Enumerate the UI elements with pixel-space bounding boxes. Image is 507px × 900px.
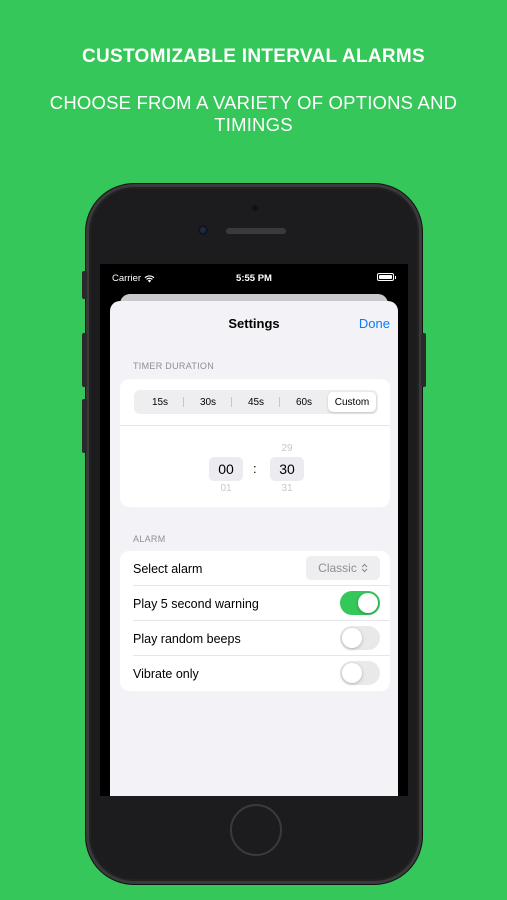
minutes-next: 01	[220, 483, 232, 494]
status-time: 5:55 PM	[236, 273, 272, 284]
phone-frame: Carrier 5:55 PM Settings Done TIMER DURA…	[82, 184, 426, 884]
volume-down-button	[82, 399, 87, 453]
settings-sheet: Settings Done TIMER DURATION 15s 30s 45s…	[110, 301, 398, 796]
status-bar: Carrier 5:55 PM	[100, 264, 408, 290]
warning-toggle[interactable]	[340, 591, 380, 615]
toggle-knob	[342, 663, 362, 683]
minutes-wheel[interactable]: . 00 01	[209, 443, 243, 495]
random-beeps-label: Play random beeps	[133, 631, 241, 646]
duration-segmented-control: 15s 30s 45s 60s Custom	[134, 390, 378, 414]
timer-duration-header: TIMER DURATION	[133, 361, 215, 371]
alarm-header: ALARM	[133, 534, 166, 544]
time-picker[interactable]: . 00 01 : 29 30 31	[120, 427, 390, 511]
proximity-sensor	[252, 205, 258, 211]
power-button	[421, 333, 426, 387]
segment-45s[interactable]: 45s	[232, 392, 280, 412]
volume-up-button	[82, 333, 87, 387]
vibrate-row: Vibrate only	[120, 656, 390, 691]
alarm-select-value: Classic	[318, 561, 357, 575]
warning-row: Play 5 second warning	[120, 586, 390, 621]
toggle-knob	[358, 593, 378, 613]
segment-30s[interactable]: 30s	[184, 392, 232, 412]
segment-15s[interactable]: 15s	[136, 392, 184, 412]
segment-custom[interactable]: Custom	[328, 392, 376, 412]
select-alarm-label: Select alarm	[133, 561, 203, 576]
earpiece-speaker	[226, 228, 286, 234]
random-beeps-toggle[interactable]	[340, 626, 380, 650]
seconds-wheel[interactable]: 29 30 31	[270, 443, 304, 495]
done-button[interactable]: Done	[359, 316, 390, 331]
chevron-up-down-icon	[361, 563, 368, 573]
divider	[120, 425, 390, 426]
segment-60s[interactable]: 60s	[280, 392, 328, 412]
front-camera	[198, 225, 208, 235]
promo-subtitle: CHOOSE FROM A VARIETY OF OPTIONS AND TIM…	[49, 92, 458, 135]
warning-label: Play 5 second warning	[133, 596, 259, 611]
mute-switch	[82, 271, 87, 299]
home-button[interactable]	[230, 804, 282, 856]
phone-screen: Carrier 5:55 PM Settings Done TIMER DURA…	[100, 264, 408, 796]
seconds-next: 31	[281, 483, 293, 494]
promo-title: CUSTOMIZABLE INTERVAL ALARMS	[81, 46, 425, 67]
random-beeps-row: Play random beeps	[120, 621, 390, 656]
toggle-knob	[342, 628, 362, 648]
picker-separator: :	[253, 461, 257, 476]
timer-card: 15s 30s 45s 60s Custom . 00 01 : 29	[120, 379, 390, 507]
select-alarm-row: Select alarm Classic	[120, 551, 390, 586]
alarm-select-button[interactable]: Classic	[306, 556, 380, 580]
seconds-value: 30	[270, 457, 304, 481]
battery-icon	[377, 273, 396, 281]
alarm-card: Select alarm Classic Play 5 second warni…	[120, 551, 390, 691]
vibrate-toggle[interactable]	[340, 661, 380, 685]
page-title: Settings	[228, 316, 280, 331]
seconds-prev: 29	[281, 443, 293, 454]
vibrate-label: Vibrate only	[133, 666, 199, 681]
minutes-value: 00	[209, 457, 243, 481]
